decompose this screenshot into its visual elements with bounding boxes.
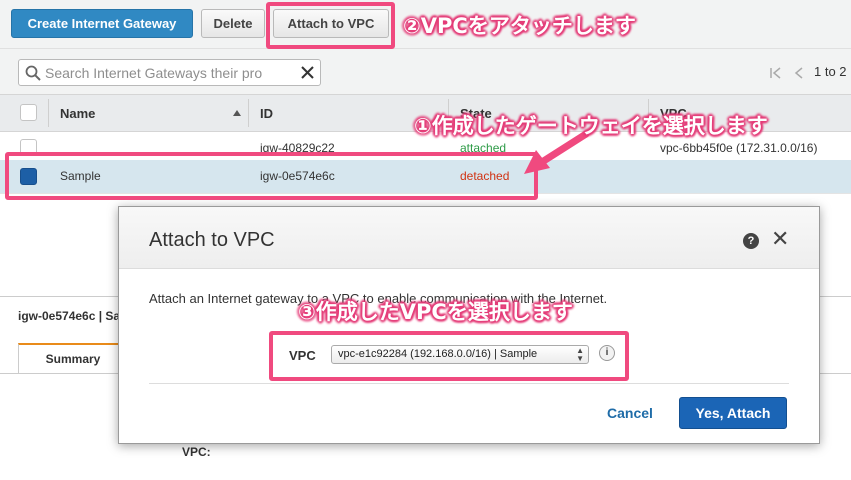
search-icon <box>25 65 41 81</box>
column-header-id[interactable]: ID <box>260 106 273 121</box>
sort-asc-icon[interactable] <box>233 110 241 116</box>
tab-summary[interactable]: Summary <box>18 343 128 373</box>
create-internet-gateway-button[interactable]: Create Internet Gateway <box>11 9 193 38</box>
clear-search-icon[interactable] <box>301 66 314 79</box>
help-icon[interactable]: ? <box>743 233 759 249</box>
annotation-step2: ②VPCをアタッチします <box>403 14 636 38</box>
close-icon[interactable]: ✕ <box>771 227 789 251</box>
first-page-icon[interactable] <box>770 67 782 79</box>
annotation-step3: ③作成したVPCを選択します <box>298 300 573 324</box>
yes-attach-button[interactable]: Yes, Attach <box>679 397 787 429</box>
search-row: Search Internet Gateways their pro 1 to … <box>0 48 851 94</box>
highlight-vpc-select <box>269 331 629 381</box>
highlight-selected-row <box>5 152 538 200</box>
dialog-title: Attach to VPC <box>149 229 275 251</box>
pagination-text: 1 to 2 <box>814 64 847 79</box>
column-divider <box>248 99 249 127</box>
cancel-button[interactable]: Cancel <box>607 405 653 421</box>
dialog-header: Attach to VPC ? ✕ <box>119 207 819 269</box>
column-header-name[interactable]: Name <box>60 106 95 121</box>
dialog-divider <box>149 383 789 384</box>
search-placeholder: Search Internet Gateways their pro <box>45 65 263 81</box>
highlight-attach-button <box>266 2 395 49</box>
row-vpc[interactable]: vpc-6bb45f0e (172.31.0.0/16) <box>660 141 817 155</box>
select-all-checkbox[interactable] <box>20 104 37 121</box>
delete-button[interactable]: Delete <box>201 9 265 38</box>
search-input[interactable]: Search Internet Gateways their pro <box>18 59 321 86</box>
details-vpc-label: VPC: <box>182 445 211 459</box>
annotation-step1: ①作成したゲートウェイを選択します <box>414 114 768 138</box>
column-divider <box>48 99 49 127</box>
prev-page-icon[interactable] <box>794 67 804 79</box>
